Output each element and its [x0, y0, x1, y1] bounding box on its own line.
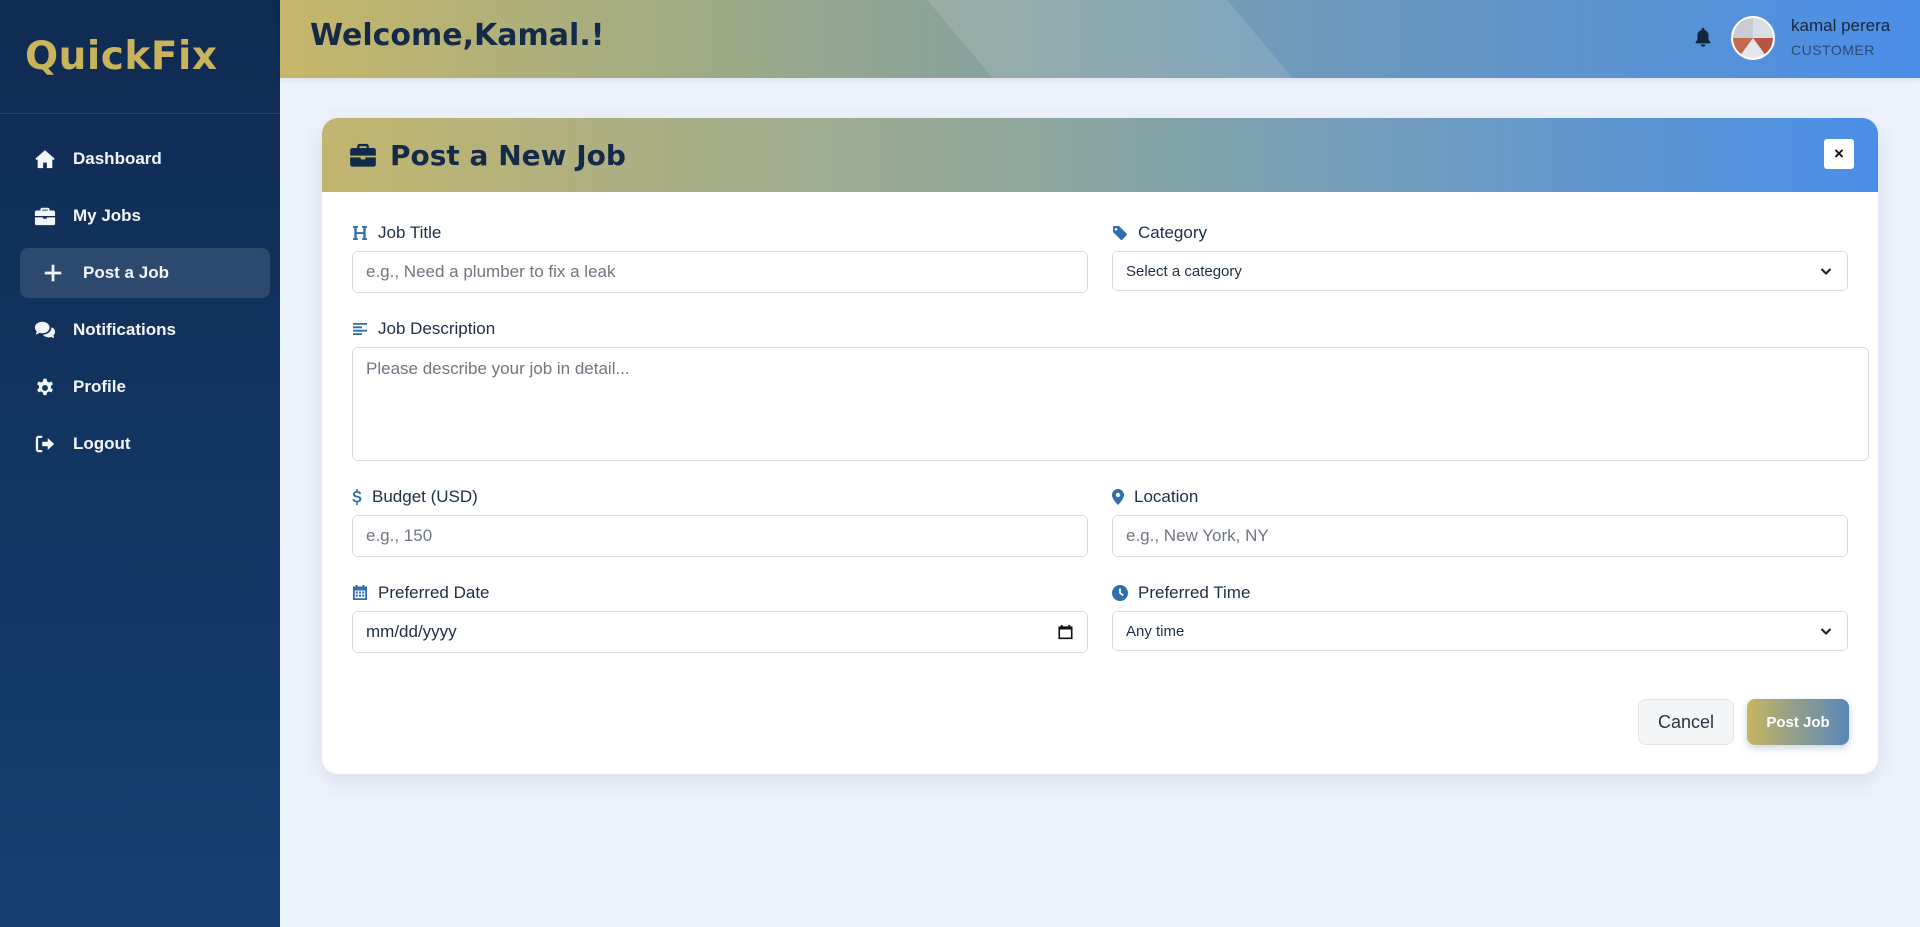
briefcase-icon — [34, 205, 56, 227]
budget-label: Budget (USD) — [352, 486, 1088, 508]
plus-icon — [42, 262, 64, 284]
user-role: CUSTOMER — [1791, 42, 1875, 58]
budget-field: Budget (USD) — [352, 486, 1088, 557]
description-field: Job Description — [352, 318, 1869, 463]
preferred-date-label: Preferred Date — [352, 582, 1088, 604]
sidebar-item-label: Logout — [73, 434, 131, 453]
home-icon — [34, 148, 56, 170]
header-decoration — [927, 0, 1293, 78]
description-label: Job Description — [352, 318, 1869, 340]
job-title-input[interactable] — [352, 251, 1088, 293]
briefcase-icon — [348, 141, 378, 169]
location-label: Location — [1112, 486, 1848, 508]
preferred-date-field: Preferred Date mm/dd/yyyy — [352, 582, 1088, 653]
category-label: Category — [1112, 222, 1848, 244]
preferred-time-field: Preferred Time Any time — [1112, 582, 1848, 652]
budget-input[interactable] — [352, 515, 1088, 557]
sidebar-item-profile[interactable]: Profile — [20, 362, 270, 412]
post-job-button[interactable]: Post Job — [1747, 699, 1849, 745]
job-title-field: Job Title — [352, 222, 1088, 293]
preferred-time-select[interactable]: Any time — [1112, 611, 1848, 651]
avatar[interactable] — [1731, 16, 1775, 60]
category-field: Category Select a category — [1112, 222, 1848, 292]
label-text: Preferred Time — [1138, 583, 1251, 602]
category-select[interactable]: Select a category — [1112, 251, 1848, 291]
category-selected-value: Select a category — [1126, 262, 1242, 280]
sidebar-item-label: My Jobs — [73, 206, 142, 225]
top-header: Welcome,Kamal.! kamal perera CUSTOMER — [280, 0, 1920, 78]
sidebar: QuickFix Dashboard My Jobs Post a Job No… — [0, 0, 280, 927]
clock-icon — [1112, 585, 1128, 601]
sidebar-item-dashboard[interactable]: Dashboard — [20, 134, 270, 184]
sidebar-item-label: Profile — [73, 377, 126, 396]
sidebar-item-label: Dashboard — [73, 149, 162, 168]
chevron-down-icon — [1819, 624, 1833, 638]
user-name: kamal perera — [1791, 16, 1891, 35]
job-title-label: Job Title — [352, 222, 1088, 244]
label-text: Budget (USD) — [372, 487, 478, 506]
post-job-card: Post a New Job × Job Title Category Sele… — [322, 118, 1878, 774]
label-text: Job Description — [378, 319, 496, 338]
sidebar-item-label: Post a Job — [83, 263, 169, 282]
dollar-icon — [352, 489, 362, 505]
welcome-title: Welcome,Kamal.! — [310, 18, 605, 53]
card-header: Post a New Job × — [322, 118, 1878, 192]
heading-icon — [352, 225, 368, 241]
sidebar-item-post-a-job[interactable]: Post a Job — [20, 248, 270, 298]
sidebar-item-label: Notifications — [73, 320, 176, 339]
calendar-picker-icon[interactable] — [1058, 625, 1073, 640]
cancel-button[interactable]: Cancel — [1638, 699, 1734, 745]
logout-icon — [34, 433, 56, 455]
preferred-date-input[interactable]: mm/dd/yyyy — [352, 611, 1088, 653]
comments-icon — [34, 319, 56, 341]
label-text: Preferred Date — [378, 583, 490, 602]
label-text: Category — [1138, 223, 1207, 242]
date-value: mm/dd/yyyy — [366, 622, 457, 641]
bell-icon[interactable] — [1692, 26, 1714, 48]
preferred-time-selected-value: Any time — [1126, 622, 1185, 640]
tag-icon — [1112, 225, 1128, 241]
brand-name: QuickFix — [25, 34, 218, 79]
sidebar-item-my-jobs[interactable]: My Jobs — [20, 191, 270, 241]
location-field: Location — [1112, 486, 1848, 557]
align-left-icon — [352, 321, 368, 337]
sidebar-item-notifications[interactable]: Notifications — [20, 305, 270, 355]
close-button[interactable]: × — [1824, 139, 1854, 169]
sidebar-item-logout[interactable]: Logout — [20, 419, 270, 469]
description-textarea[interactable] — [352, 347, 1869, 461]
brand-logo[interactable]: QuickFix — [0, 0, 280, 114]
chevron-down-icon — [1819, 264, 1833, 278]
preferred-time-label: Preferred Time — [1112, 582, 1848, 604]
label-text: Job Title — [378, 223, 442, 242]
location-input[interactable] — [1112, 515, 1848, 557]
calendar-icon — [352, 585, 368, 601]
sidebar-nav: Dashboard My Jobs Post a Job Notificatio… — [0, 114, 280, 469]
map-marker-icon — [1112, 489, 1124, 505]
label-text: Location — [1134, 487, 1199, 506]
gear-icon — [34, 376, 56, 398]
card-title: Post a New Job — [390, 138, 626, 172]
